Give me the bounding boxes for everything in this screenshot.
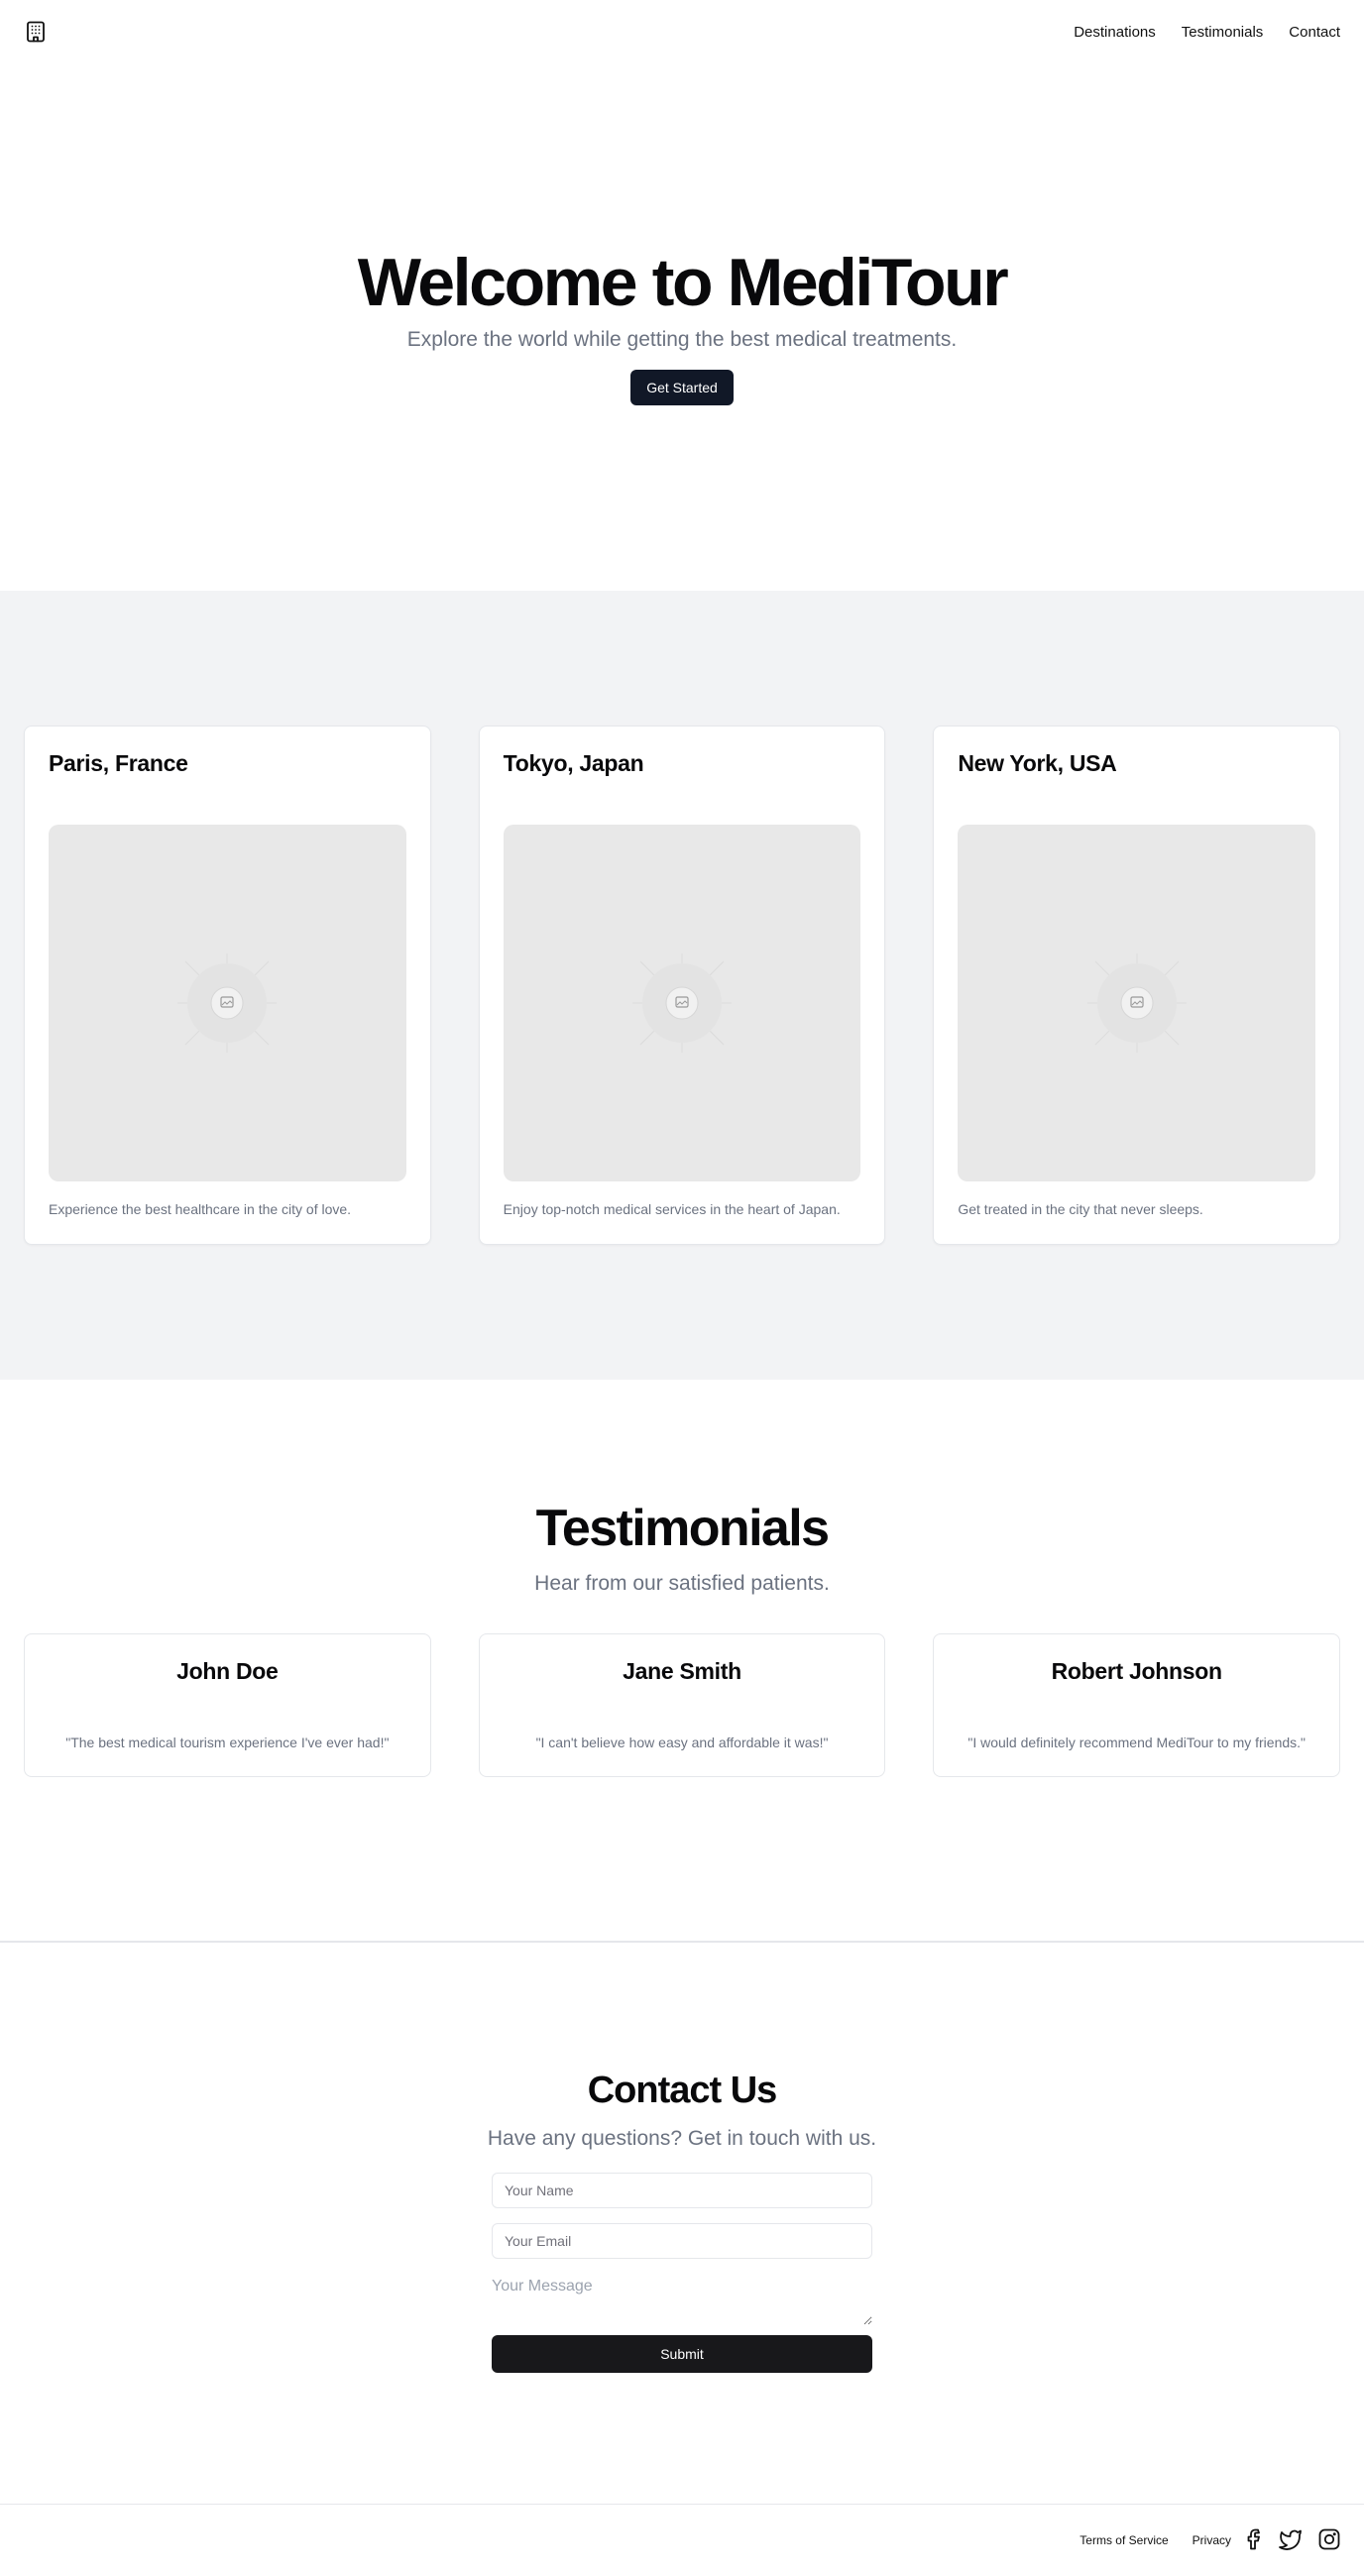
footer: Terms of Service Privacy: [0, 2504, 1364, 2576]
testimonial-quote: "I can't believe how easy and affordable…: [535, 1735, 829, 1750]
destination-card-tokyo: Tokyo, Japan Enjoy top-notch medical ser…: [478, 726, 886, 1245]
message-textarea[interactable]: [492, 2274, 872, 2325]
destination-image-placeholder: [503, 825, 861, 1182]
image-placeholder-icon: [632, 953, 732, 1054]
destination-title: Tokyo, Japan: [503, 750, 644, 777]
nav-link-destinations[interactable]: Destinations: [1074, 24, 1156, 41]
twitter-icon[interactable]: [1279, 2528, 1303, 2553]
nav-link-contact[interactable]: Contact: [1289, 24, 1340, 41]
hero-subtitle: Explore the world while getting the best…: [406, 328, 958, 351]
testimonial-name: John Doe: [176, 1658, 279, 1684]
destination-description: Get treated in the city that never sleep…: [958, 1201, 1203, 1218]
facebook-icon[interactable]: [1245, 2528, 1263, 2553]
submit-button[interactable]: Submit: [492, 2335, 872, 2373]
testimonials-grid: John Doe "The best medical tourism exper…: [24, 1633, 1341, 1778]
destination-image-placeholder: [958, 825, 1316, 1182]
name-input[interactable]: [492, 2173, 872, 2208]
hero-title: Welcome to MediTour: [357, 245, 1009, 320]
testimonial-card: Jane Smith "I can't believe how easy and…: [478, 1633, 886, 1778]
nav-link-testimonials[interactable]: Testimonials: [1182, 24, 1264, 41]
destination-description: Enjoy top-notch medical services in the …: [503, 1201, 841, 1218]
destination-image-placeholder: [49, 825, 406, 1182]
testimonial-quote: "The best medical tourism experience I'v…: [65, 1735, 390, 1750]
testimonials-subtitle: Hear from our satisfied patients.: [534, 1572, 830, 1595]
image-placeholder-icon: [1086, 953, 1187, 1054]
testimonials-title: Testimonials: [535, 1500, 830, 1557]
hero-section: Welcome to MediTour Explore the world wh…: [0, 63, 1364, 591]
destinations-section: Paris, France Experience the best health…: [0, 591, 1364, 1380]
destinations-grid: Paris, France Experience the best health…: [24, 726, 1341, 1245]
testimonial-card: John Doe "The best medical tourism exper…: [24, 1633, 431, 1778]
main-nav: Destinations Testimonials Contact: [1074, 24, 1340, 41]
destination-title: Paris, France: [49, 750, 188, 777]
contact-title: Contact Us: [587, 2070, 778, 2111]
image-placeholder-icon: [177, 953, 278, 1054]
contact-subtitle: Have any questions? Get in touch with us…: [487, 2127, 877, 2150]
destination-card-new-york: New York, USA Get treated in the city th…: [933, 726, 1341, 1245]
destination-card-paris: Paris, France Experience the best health…: [24, 726, 431, 1245]
testimonial-name: Robert Johnson: [1051, 1658, 1222, 1684]
destination-title: New York, USA: [958, 750, 1117, 777]
destination-description: Experience the best healthcare in the ci…: [49, 1201, 352, 1218]
contact-section: Contact Us Have any questions? Get in to…: [0, 1943, 1364, 2504]
social-links: [1245, 2528, 1340, 2553]
testimonial-quote: "I would definitely recommend MediTour t…: [967, 1735, 1306, 1750]
instagram-icon[interactable]: [1318, 2528, 1340, 2553]
email-input[interactable]: [492, 2223, 872, 2259]
testimonials-section: Testimonials Hear from our satisfied pat…: [0, 1380, 1364, 1941]
get-started-button[interactable]: Get Started: [630, 370, 734, 405]
testimonial-card: Robert Johnson "I would definitely recom…: [933, 1633, 1341, 1778]
building-icon[interactable]: [24, 20, 48, 44]
privacy-link[interactable]: Privacy: [1193, 2533, 1231, 2547]
contact-form: Submit: [492, 2173, 872, 2373]
testimonial-name: Jane Smith: [623, 1658, 741, 1684]
terms-link[interactable]: Terms of Service: [1080, 2533, 1168, 2547]
top-navbar: Destinations Testimonials Contact: [0, 0, 1364, 63]
